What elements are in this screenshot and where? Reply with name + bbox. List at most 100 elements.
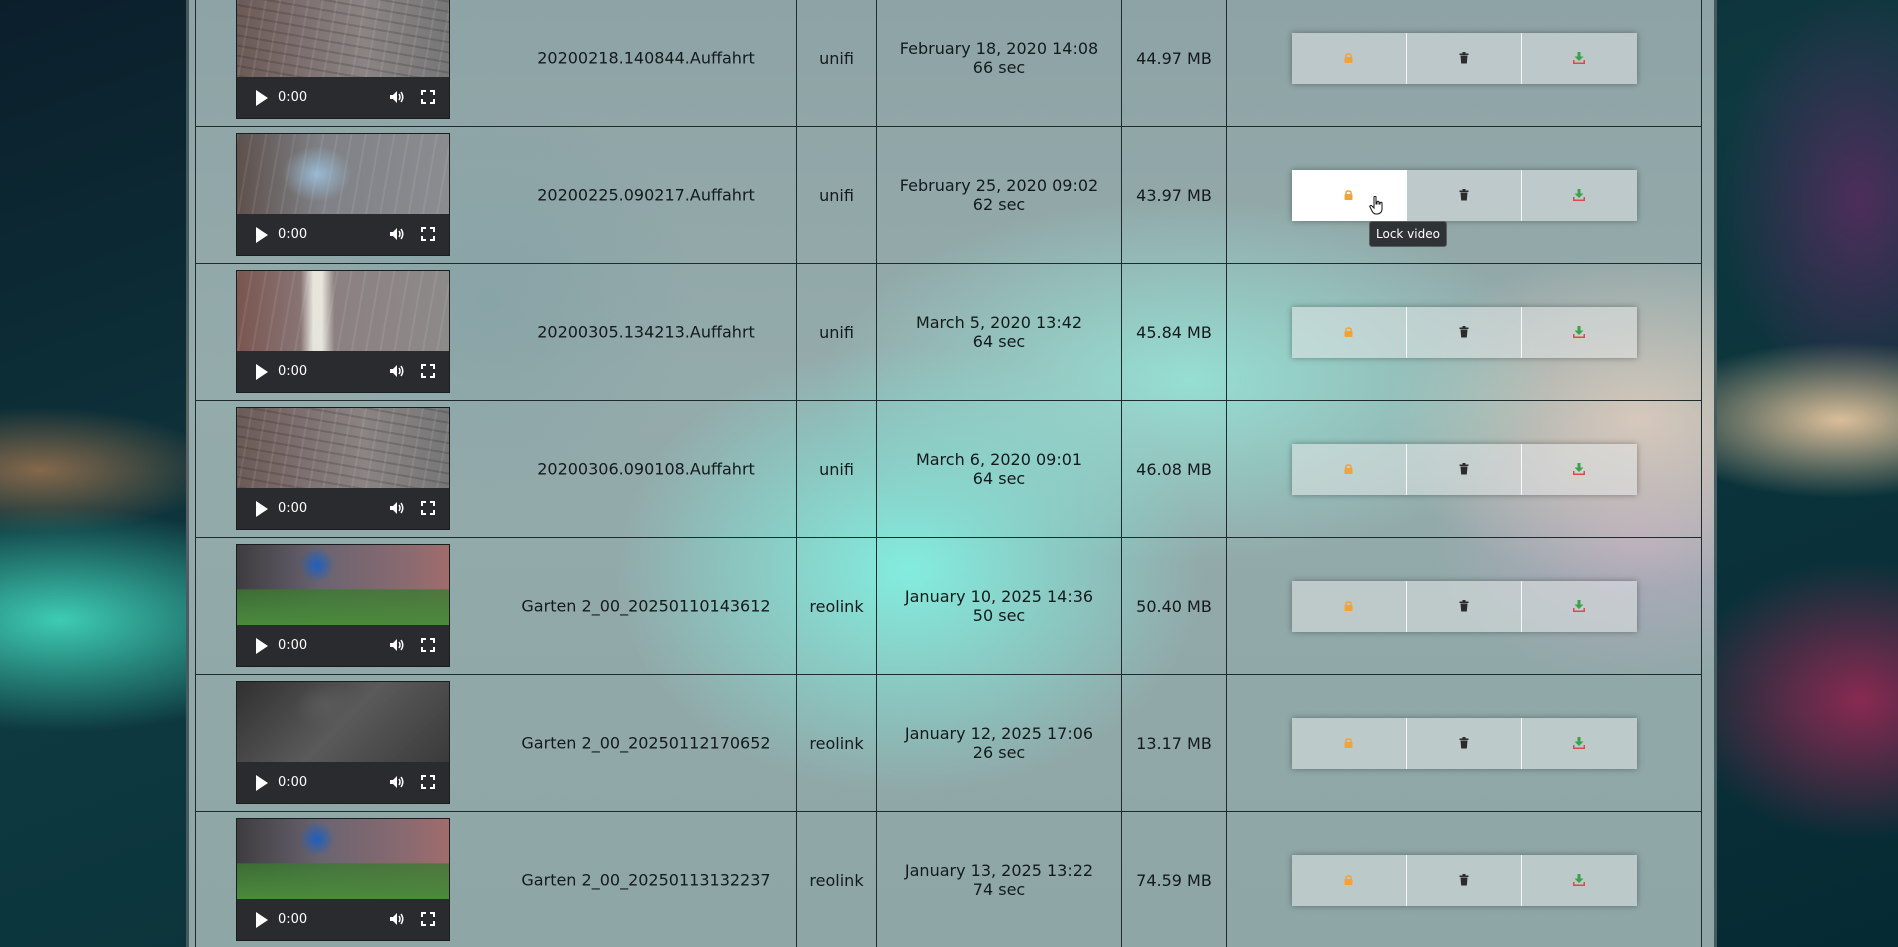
video-duration: 74 sec [972, 880, 1026, 899]
video-player[interactable]: 0:00 [236, 270, 450, 393]
video-row: 0:00 20200306.090108.Auffahrt unifi Marc… [195, 400, 1702, 538]
lock-icon [1344, 464, 1353, 474]
volume-icon[interactable] [389, 227, 405, 241]
play-icon[interactable] [256, 226, 268, 243]
download-button[interactable] [1522, 444, 1636, 495]
video-player[interactable]: 0:00 [236, 407, 450, 530]
download-icon [1573, 188, 1586, 201]
lock-button[interactable] [1292, 443, 1407, 495]
download-icon [1573, 462, 1586, 475]
video-row: 0:00 Garten 2_00_20250110143612 reolink … [195, 537, 1702, 675]
download-button[interactable] [1522, 33, 1636, 84]
video-source: unifi [796, 263, 877, 401]
video-name: Garten 2_00_20250110143612 [521, 596, 771, 616]
delete-button[interactable] [1407, 443, 1523, 495]
lock-button[interactable] [1292, 32, 1407, 84]
lock-video-tooltip: Lock video [1369, 221, 1447, 247]
video-date-cell: January 10, 2025 14:36 50 sec [876, 537, 1122, 675]
download-button[interactable] [1522, 170, 1636, 221]
lock-button[interactable] [1292, 854, 1407, 906]
lock-icon [1344, 327, 1353, 337]
action-button-group [1291, 580, 1637, 632]
lock-button[interactable] [1291, 169, 1407, 221]
video-time: 0:00 [278, 501, 308, 516]
download-button[interactable] [1522, 581, 1636, 632]
video-name: Garten 2_00_20250113132237 [521, 870, 771, 890]
video-date-cell: February 25, 2020 09:02 62 sec [876, 126, 1122, 264]
video-size: 46.08 MB [1121, 400, 1227, 538]
video-date: January 13, 2025 13:22 [904, 861, 1094, 880]
video-frame [237, 0, 449, 77]
delete-button[interactable] [1407, 306, 1523, 358]
download-button[interactable] [1522, 307, 1636, 358]
volume-icon[interactable] [389, 501, 405, 515]
volume-icon[interactable] [389, 638, 405, 652]
video-actions-cell [1226, 400, 1702, 538]
trash-icon [1459, 326, 1469, 338]
video-player[interactable]: 0:00 [236, 133, 450, 256]
video-actions-cell [1226, 674, 1702, 812]
lock-button[interactable] [1292, 306, 1407, 358]
trash-icon [1459, 874, 1469, 886]
video-controls: 0:00 [237, 77, 449, 118]
volume-icon[interactable] [389, 912, 405, 926]
video-frame [237, 408, 449, 488]
fullscreen-icon[interactable] [421, 775, 435, 789]
delete-button[interactable] [1407, 580, 1523, 632]
download-icon [1573, 736, 1586, 749]
download-button[interactable] [1522, 718, 1636, 769]
download-icon [1573, 873, 1586, 886]
video-duration: 62 sec [972, 195, 1026, 214]
delete-button[interactable] [1407, 717, 1523, 769]
video-time: 0:00 [278, 227, 308, 242]
lock-icon [1344, 53, 1353, 63]
play-icon[interactable] [256, 500, 268, 517]
volume-icon[interactable] [389, 364, 405, 378]
fullscreen-icon[interactable] [421, 227, 435, 241]
volume-icon[interactable] [389, 90, 405, 104]
action-button-group [1291, 306, 1637, 358]
video-player[interactable]: 0:00 [236, 818, 450, 941]
play-icon[interactable] [256, 911, 268, 928]
action-button-group [1291, 169, 1637, 221]
video-controls: 0:00 [237, 488, 449, 529]
video-frame [237, 819, 449, 899]
video-duration: 66 sec [972, 58, 1026, 77]
play-icon[interactable] [256, 89, 268, 106]
video-row: 0:00 Garten 2_00_20250112170652 reolink … [195, 674, 1702, 812]
hand-cursor-icon [1369, 196, 1383, 215]
lock-button[interactable] [1292, 717, 1407, 769]
play-icon[interactable] [256, 637, 268, 654]
fullscreen-icon[interactable] [421, 638, 435, 652]
download-button[interactable] [1522, 855, 1636, 906]
video-player[interactable]: 0:00 [236, 0, 450, 119]
video-player[interactable]: 0:00 [236, 681, 450, 804]
video-row: 0:00 20200218.140844.Auffahrt unifi Febr… [195, 0, 1702, 127]
delete-button[interactable] [1407, 32, 1523, 84]
video-date-cell: February 18, 2020 14:08 66 sec [876, 0, 1122, 127]
fullscreen-icon[interactable] [421, 90, 435, 104]
play-icon[interactable] [256, 774, 268, 791]
fullscreen-icon[interactable] [421, 364, 435, 378]
video-name: 20200218.140844.Auffahrt [537, 48, 755, 68]
video-frame [237, 682, 449, 762]
play-icon[interactable] [256, 363, 268, 380]
delete-button[interactable] [1407, 169, 1523, 221]
video-player[interactable]: 0:00 [236, 544, 450, 667]
video-frame [237, 545, 449, 625]
fullscreen-icon[interactable] [421, 912, 435, 926]
video-actions-cell [1226, 0, 1702, 127]
delete-button[interactable] [1407, 854, 1523, 906]
video-controls: 0:00 [237, 899, 449, 940]
video-size: 13.17 MB [1121, 674, 1227, 812]
action-button-group [1291, 717, 1637, 769]
lock-icon [1344, 190, 1353, 200]
trash-icon [1459, 52, 1469, 64]
trash-icon [1459, 463, 1469, 475]
volume-icon[interactable] [389, 775, 405, 789]
video-source: unifi [796, 126, 877, 264]
lock-button[interactable] [1292, 580, 1407, 632]
video-time: 0:00 [278, 912, 308, 927]
fullscreen-icon[interactable] [421, 501, 435, 515]
video-controls: 0:00 [237, 625, 449, 666]
